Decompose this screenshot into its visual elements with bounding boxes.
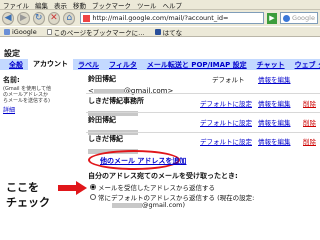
- reply-from-question: 自分のアドレス宛てのメールを受け取ったとき:: [88, 172, 238, 180]
- delete-link[interactable]: 削除: [303, 98, 316, 108]
- url-bar[interactable]: http://mail.google.com/mail/?account_id=: [80, 12, 264, 24]
- set-default-link[interactable]: デフォルトに設定: [200, 117, 252, 127]
- account-row: しきだ博紀事務所: [88, 96, 144, 117]
- forward-icon[interactable]: ▶: [17, 11, 30, 25]
- back-icon[interactable]: ◀: [2, 11, 15, 25]
- menu-go[interactable]: 移動: [70, 0, 89, 10]
- settings-tabs: 全般 アカウント ラベル フィルタ メール転送と POP/IMAP 設定 チャッ…: [0, 59, 320, 70]
- browser-navbar: ◀ ▶ ↻ ✕ ⌂ http://mail.google.com/mail/?a…: [0, 10, 320, 26]
- page-icon: [46, 28, 52, 35]
- bookmarks-toolbar: iGoogle このページをブックマークに… はてな: [0, 27, 320, 37]
- menu-edit[interactable]: 編集: [32, 0, 51, 10]
- tab-forwarding[interactable]: メール転送と POP/IMAP 設定: [142, 60, 252, 70]
- menu-bookmarks[interactable]: ブックマーク: [89, 0, 134, 10]
- home-icon[interactable]: ⌂: [63, 11, 76, 25]
- radio-icon[interactable]: [90, 194, 96, 200]
- account-name: 鈴田博紀: [88, 75, 116, 83]
- account-name: しきだ博紀: [88, 135, 123, 143]
- reply-same-address-option[interactable]: メールを受信したアドレスから返信する: [90, 182, 215, 192]
- stop-icon[interactable]: ✕: [47, 11, 61, 25]
- igoogle-icon: [4, 28, 10, 35]
- go-icon[interactable]: ▶: [266, 12, 278, 24]
- tab-chat[interactable]: チャット: [252, 60, 290, 70]
- accounts-panel: 名前: (Gmail を使用して他のメールアドレスからメールを送信する) 詳細 …: [0, 70, 320, 240]
- tab-labels[interactable]: ラベル: [73, 60, 104, 70]
- add-address-link[interactable]: 他のメール アドレスを追加: [100, 156, 186, 166]
- page-content: 設定 全般 アカウント ラベル フィルタ メール転送と POP/IMAP 設定 …: [0, 38, 320, 240]
- annotation-text: ここを チェック: [6, 181, 50, 209]
- default-label: デフォルト: [212, 76, 245, 84]
- bookmark-igoogle[interactable]: iGoogle: [4, 28, 37, 36]
- browser-menubar: ファイル 編集 表示 移動 ブックマーク ツール ヘルプ: [0, 0, 320, 10]
- tab-accounts[interactable]: アカウント: [28, 59, 73, 70]
- menu-view[interactable]: 表示: [51, 0, 70, 10]
- menu-file[interactable]: ファイル: [0, 0, 32, 10]
- row-divider: [86, 112, 320, 113]
- send-as-description: (Gmail を使用して他のメールアドレスからメールを送信する): [3, 86, 51, 104]
- name-label: 名前:: [3, 76, 20, 84]
- search-input[interactable]: Google: [280, 12, 318, 24]
- url-text: http://mail.google.com/mail/?account_id=: [92, 14, 229, 22]
- page-title: 設定: [4, 49, 20, 58]
- row-divider: [86, 93, 320, 94]
- annotation-arrow-icon: [58, 181, 87, 195]
- redacted-email: [112, 202, 142, 208]
- edit-info-link[interactable]: 情報を編集: [258, 117, 291, 127]
- menu-help[interactable]: ヘルプ: [160, 0, 186, 10]
- current-default-email: @gmail.com): [112, 201, 185, 209]
- details-link[interactable]: 詳細: [3, 105, 51, 114]
- reload-icon[interactable]: ↻: [32, 11, 45, 25]
- set-default-link[interactable]: デフォルトに設定: [200, 98, 252, 108]
- radio-selected-icon[interactable]: [90, 184, 96, 190]
- search-placeholder: Google: [292, 14, 315, 22]
- hatena-icon: [154, 28, 161, 35]
- account-row: 鈴田博紀 < @gmail.com>: [88, 74, 173, 95]
- google-search-icon: [283, 14, 291, 22]
- set-default-link[interactable]: デフォルトに設定: [200, 136, 252, 146]
- account-name: 鈴田博紀: [88, 116, 116, 124]
- account-name: しきだ博紀事務所: [88, 97, 144, 105]
- row-divider: [86, 132, 320, 133]
- bookmark-hatena[interactable]: はてな: [154, 27, 182, 37]
- menu-tools[interactable]: ツール: [134, 0, 160, 10]
- delete-link[interactable]: 削除: [303, 117, 316, 127]
- send-as-section-label: 名前: (Gmail を使用して他のメールアドレスからメールを送信する) 詳細: [3, 75, 51, 114]
- edit-info-link[interactable]: 情報を編集: [258, 98, 291, 108]
- edit-info-link[interactable]: 情報を編集: [258, 74, 291, 84]
- delete-link[interactable]: 削除: [303, 136, 316, 146]
- gmail-favicon-icon: [83, 14, 91, 22]
- edit-info-link[interactable]: 情報を編集: [258, 136, 291, 146]
- tab-web-clips[interactable]: ウェブ クリップ: [290, 60, 320, 70]
- tab-filters[interactable]: フィルタ: [104, 60, 142, 70]
- tab-general[interactable]: 全般: [4, 60, 28, 70]
- bookmark-add-page[interactable]: このページをブックマークに…: [46, 27, 145, 37]
